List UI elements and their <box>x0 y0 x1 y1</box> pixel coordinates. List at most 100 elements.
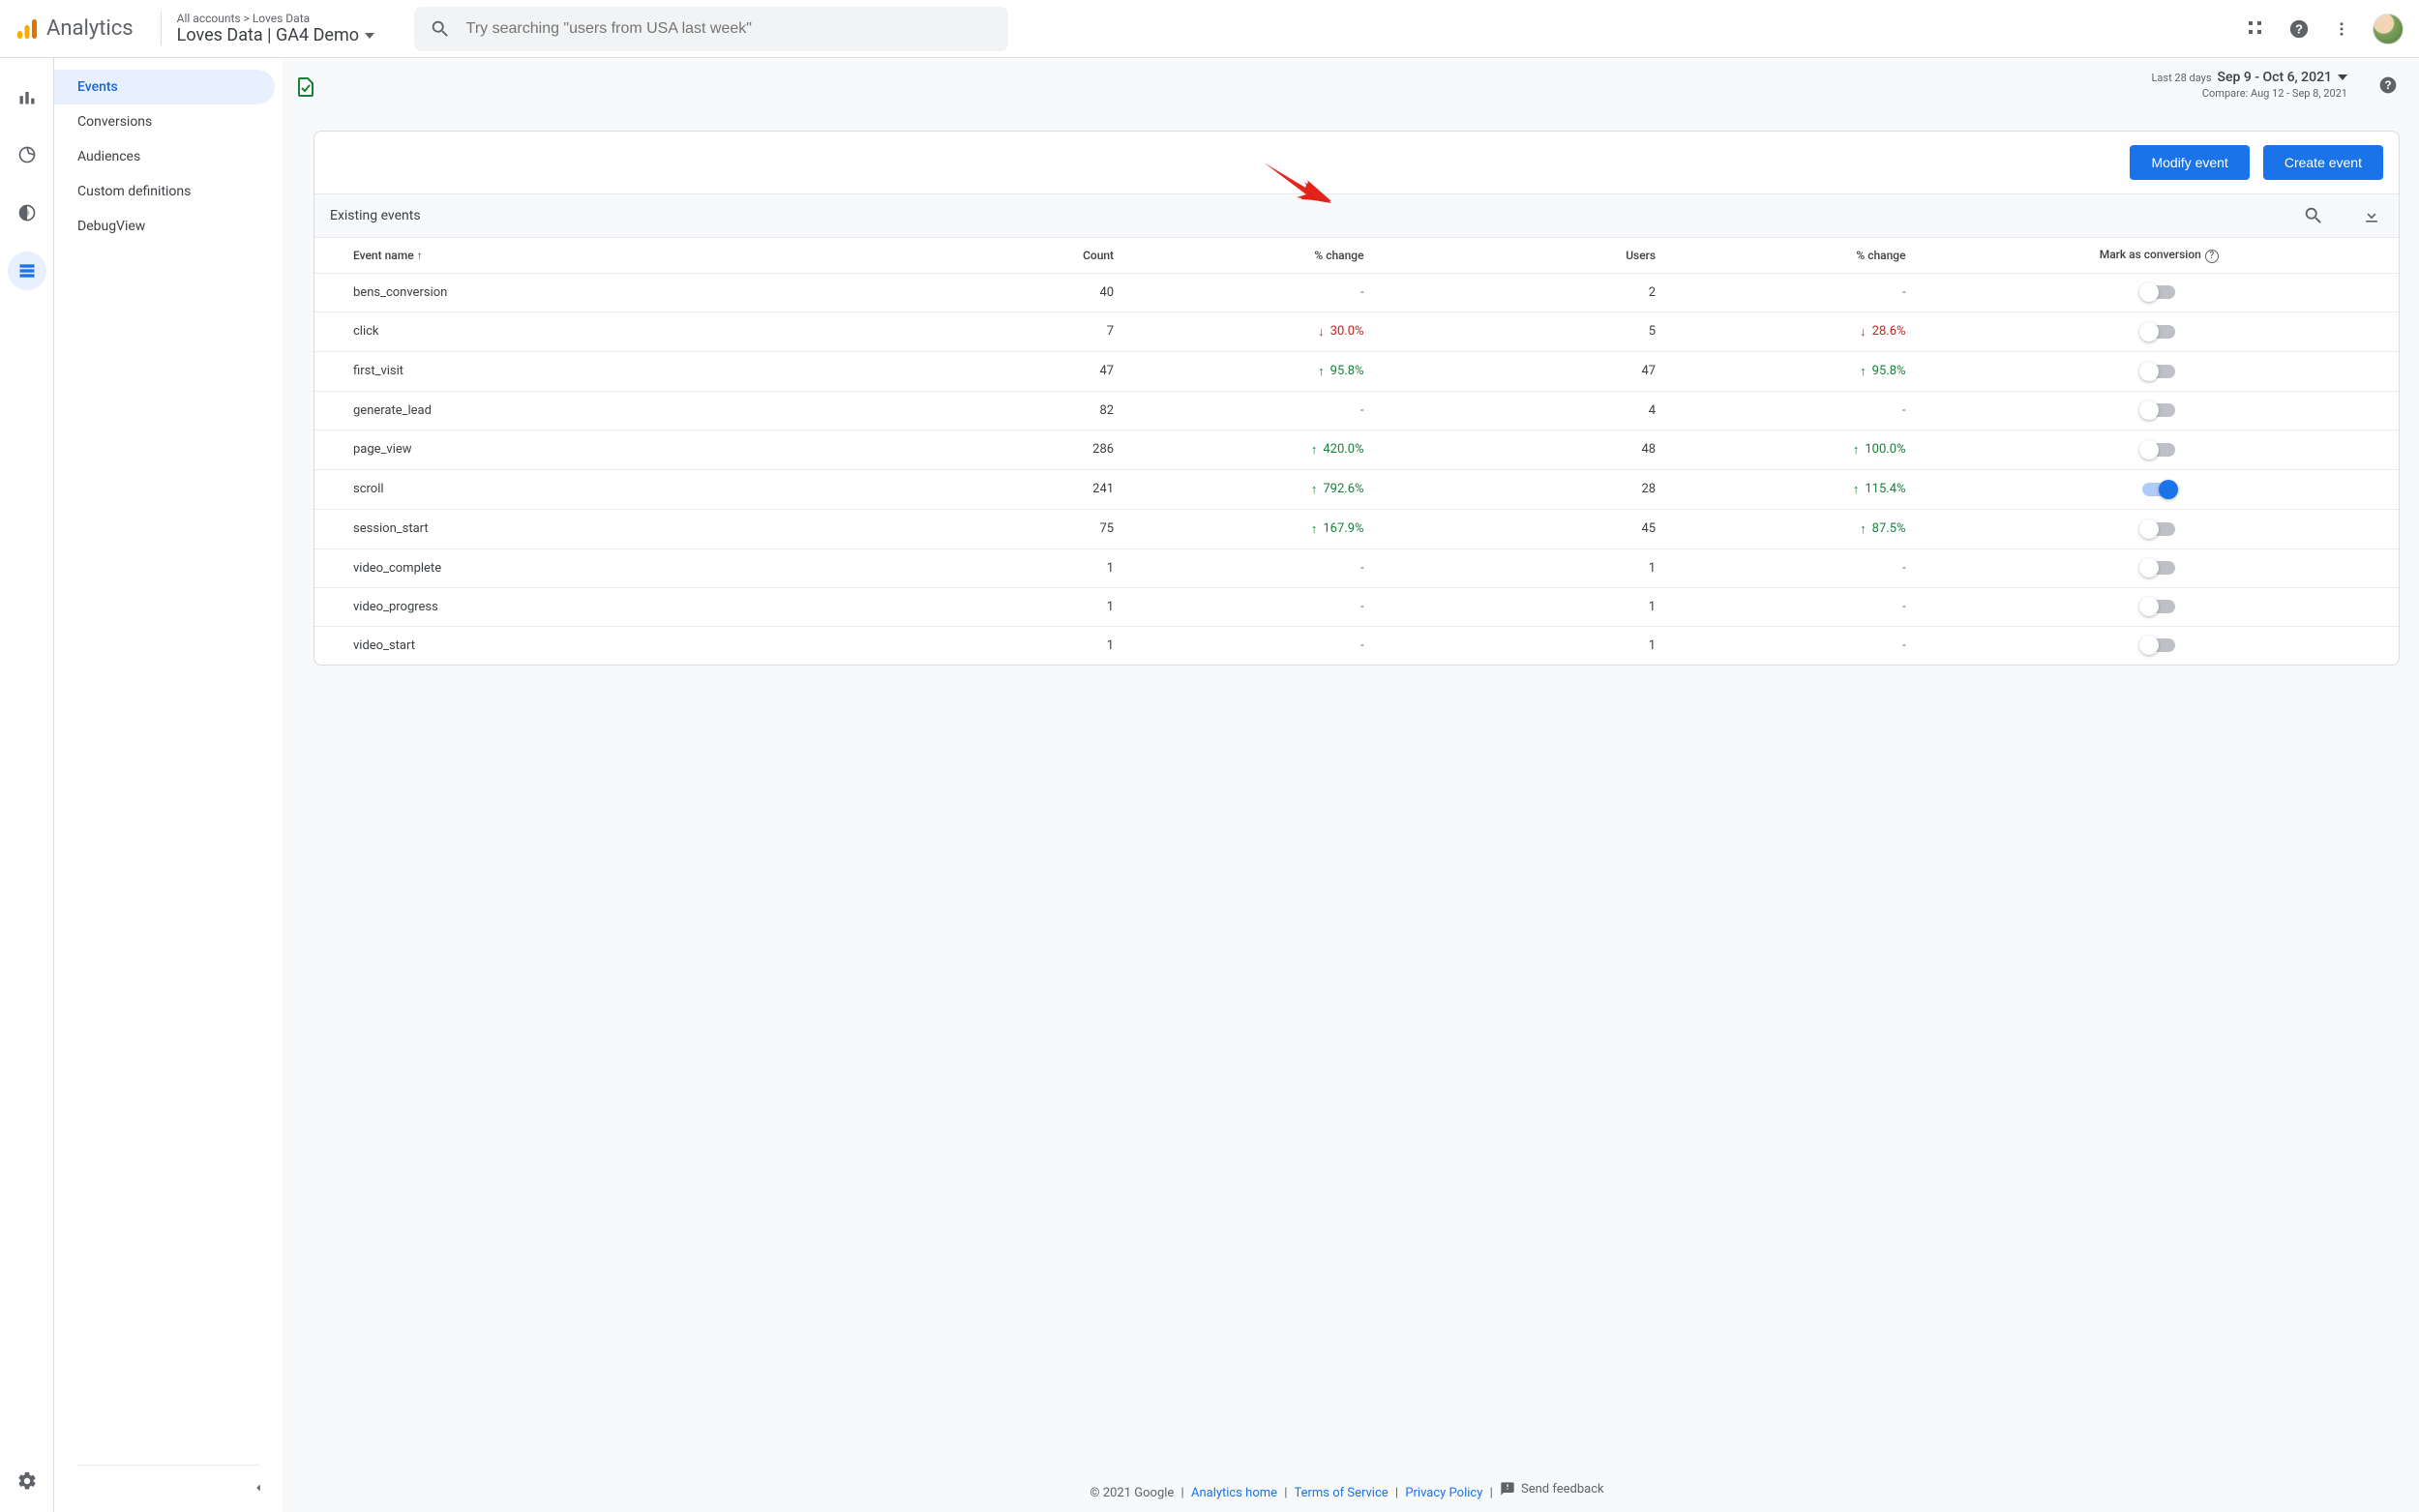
footer-link-privacy[interactable]: Privacy Policy <box>1405 1486 1482 1500</box>
event-row: video_start1-1- <box>314 626 2399 665</box>
configure-icon[interactable] <box>8 252 46 290</box>
event-users-change: ↑100.0% <box>1669 430 1919 469</box>
mark-conversion-toggle[interactable] <box>2142 600 2175 613</box>
feedback-icon <box>1500 1481 1515 1497</box>
subnav-item-audiences[interactable]: Audiences <box>54 139 275 174</box>
property-selector[interactable]: All accounts > Loves Data Loves Data | G… <box>161 12 403 45</box>
existing-events-title: Existing events <box>330 208 421 223</box>
event-count: 1 <box>898 626 1127 665</box>
svg-text:?: ? <box>2384 79 2391 92</box>
mark-conversion-toggle[interactable] <box>2142 365 2175 378</box>
search-input[interactable] <box>466 20 993 38</box>
event-row: video_complete1-1- <box>314 548 2399 587</box>
event-users: 4 <box>1378 391 1670 430</box>
admin-gear-icon[interactable] <box>8 1462 46 1500</box>
event-users-change: ↑95.8% <box>1669 351 1919 391</box>
arrow-up-icon: ↑ <box>1853 442 1860 458</box>
subnav-item-custom-definitions[interactable]: Custom definitions <box>54 174 275 209</box>
date-range: Sep 9 - Oct 6, 2021 <box>2218 70 2333 85</box>
download-icon[interactable] <box>2360 204 2383 227</box>
caret-down-icon <box>2338 74 2347 80</box>
table-search-icon[interactable] <box>2302 204 2325 227</box>
arrow-up-icon: ↑ <box>1318 364 1325 379</box>
event-users: 47 <box>1378 351 1670 391</box>
mark-conversion-toggle[interactable] <box>2142 403 2175 417</box>
event-name[interactable]: scroll <box>314 469 898 509</box>
mark-conversion-toggle[interactable] <box>2142 325 2175 339</box>
footer-feedback[interactable]: Send feedback <box>1500 1481 1604 1497</box>
subnav-item-debugview[interactable]: DebugView <box>54 209 275 244</box>
modify-event-button[interactable]: Modify event <box>2130 145 2249 180</box>
footer-link-home[interactable]: Analytics home <box>1191 1486 1277 1500</box>
event-count-change: - <box>1127 391 1377 430</box>
event-row: bens_conversion40-2- <box>314 273 2399 311</box>
event-users-change: - <box>1669 391 1919 430</box>
event-name[interactable]: first_visit <box>314 351 898 391</box>
arrow-down-icon: ↓ <box>1318 324 1325 340</box>
subnav-item-conversions[interactable]: Conversions <box>54 104 275 139</box>
search-icon <box>430 18 451 40</box>
event-users: 48 <box>1378 430 1670 469</box>
mark-conversion-toggle[interactable] <box>2142 483 2175 496</box>
apps-grid-icon[interactable] <box>2245 17 2268 41</box>
event-name[interactable]: video_start <box>314 626 898 665</box>
custom-event-icon[interactable] <box>294 75 317 99</box>
page-help-icon[interactable]: ? <box>2376 74 2400 97</box>
subnav: EventsConversionsAudiencesCustom definit… <box>54 58 283 1512</box>
event-count-change: - <box>1127 548 1377 587</box>
event-row: scroll241↑792.6%28↑115.4% <box>314 469 2399 509</box>
explore-icon[interactable] <box>8 135 46 174</box>
col-event-name[interactable]: Event name ↑ <box>314 238 898 273</box>
event-users: 28 <box>1378 469 1670 509</box>
mark-conversion-toggle[interactable] <box>2142 285 2175 299</box>
date-prefix: Last 28 days <box>2152 72 2212 84</box>
event-users: 2 <box>1378 273 1670 311</box>
arrow-up-icon: ↑ <box>1853 482 1860 497</box>
event-count: 47 <box>898 351 1127 391</box>
mark-conversion-toggle[interactable] <box>2142 561 2175 575</box>
col-users-change[interactable]: % change <box>1669 238 1919 273</box>
help-icon[interactable]: ? <box>2287 17 2311 41</box>
event-name[interactable]: generate_lead <box>314 391 898 430</box>
event-name[interactable]: video_complete <box>314 548 898 587</box>
event-users-change: ↓28.6% <box>1669 311 1919 351</box>
help-tooltip-icon[interactable]: ? <box>2205 250 2219 263</box>
left-rail <box>0 58 54 1512</box>
footer: © 2021 Google | Analytics home | Terms o… <box>294 1469 2400 1512</box>
search-box[interactable] <box>414 7 1008 51</box>
property-name: Loves Data | GA4 Demo <box>177 25 359 45</box>
subnav-item-events[interactable]: Events <box>54 70 275 104</box>
event-count: 1 <box>898 548 1127 587</box>
event-name[interactable]: page_view <box>314 430 898 469</box>
arrow-up-icon: ↑ <box>1860 364 1867 379</box>
more-vert-icon[interactable] <box>2330 17 2353 41</box>
mark-conversion-toggle[interactable] <box>2142 638 2175 652</box>
event-name[interactable]: video_progress <box>314 587 898 626</box>
main: Last 28 days Sep 9 - Oct 6, 2021 Compare… <box>283 58 2419 1512</box>
arrow-up-icon: ↑ <box>1311 442 1318 458</box>
collapse-subnav-icon[interactable] <box>252 1481 265 1498</box>
event-name[interactable]: bens_conversion <box>314 273 898 311</box>
event-users-change: ↑115.4% <box>1669 469 1919 509</box>
event-count-change: ↓30.0% <box>1127 311 1377 351</box>
logo-text: Analytics <box>46 16 134 41</box>
mark-conversion-toggle[interactable] <box>2142 522 2175 536</box>
create-event-button[interactable]: Create event <box>2263 145 2383 180</box>
reports-icon[interactable] <box>8 77 46 116</box>
event-count-change: - <box>1127 587 1377 626</box>
footer-link-terms[interactable]: Terms of Service <box>1294 1486 1388 1500</box>
event-count-change: - <box>1127 626 1377 665</box>
event-name[interactable]: session_start <box>314 509 898 548</box>
col-users[interactable]: Users <box>1378 238 1670 273</box>
logo[interactable]: Analytics <box>15 16 149 41</box>
col-count[interactable]: Count <box>898 238 1127 273</box>
event-row: session_start75↑167.9%45↑87.5% <box>314 509 2399 548</box>
advertising-icon[interactable] <box>8 193 46 232</box>
col-count-change[interactable]: % change <box>1127 238 1377 273</box>
event-name[interactable]: click <box>314 311 898 351</box>
event-row: video_progress1-1- <box>314 587 2399 626</box>
mark-conversion-toggle[interactable] <box>2142 443 2175 457</box>
arrow-up-icon: ↑ <box>1860 521 1867 537</box>
date-range-picker[interactable]: Last 28 days Sep 9 - Oct 6, 2021 Compare… <box>2152 70 2348 100</box>
user-avatar[interactable] <box>2373 14 2404 44</box>
